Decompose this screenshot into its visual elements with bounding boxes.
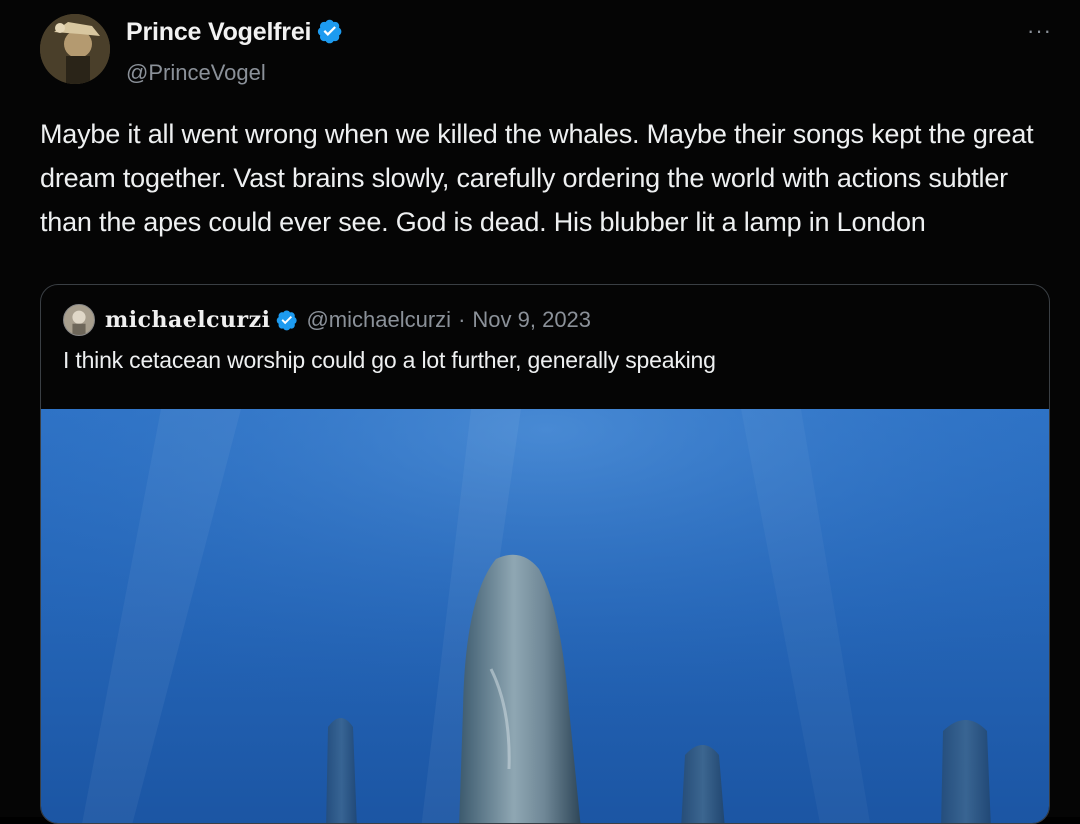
more-options-button[interactable]: ··· bbox=[1027, 18, 1052, 44]
author-name[interactable]: Prince Vogelfrei bbox=[126, 18, 311, 46]
quoted-author-name[interactable]: michaelcurzi bbox=[105, 307, 270, 333]
tweet: Prince Vogelfrei @PrinceVogel ··· Maybe … bbox=[0, 0, 1080, 824]
quoted-tweet-header: michaelcurzi @michaelcurzi · Nov 9, 2023 bbox=[63, 303, 591, 337]
quoted-tweet-card[interactable]: michaelcurzi @michaelcurzi · Nov 9, 2023… bbox=[40, 284, 1050, 824]
tweet-text: Maybe it all went wrong when we killed t… bbox=[40, 119, 1034, 237]
quoted-separator: · bbox=[458, 307, 466, 332]
quoted-tweet-image[interactable] bbox=[41, 409, 1049, 823]
verified-badge-icon bbox=[317, 18, 343, 44]
quoted-author-avatar[interactable] bbox=[63, 304, 95, 336]
quoted-verified-badge-icon bbox=[276, 309, 298, 331]
quoted-avatar-photo-icon bbox=[64, 305, 94, 335]
author-avatar[interactable] bbox=[40, 14, 110, 84]
author-handle[interactable]: @PrinceVogel bbox=[126, 60, 266, 86]
whales-photo bbox=[41, 409, 1049, 823]
quoted-tweet-text: I think cetacean worship could go a lot … bbox=[63, 347, 716, 373]
avatar-photo-icon bbox=[40, 14, 110, 84]
quoted-author-handle[interactable]: @michaelcurzi bbox=[306, 307, 451, 333]
quoted-date[interactable]: Nov 9, 2023 bbox=[472, 307, 591, 333]
author-name-row[interactable]: Prince Vogelfrei bbox=[126, 18, 343, 47]
